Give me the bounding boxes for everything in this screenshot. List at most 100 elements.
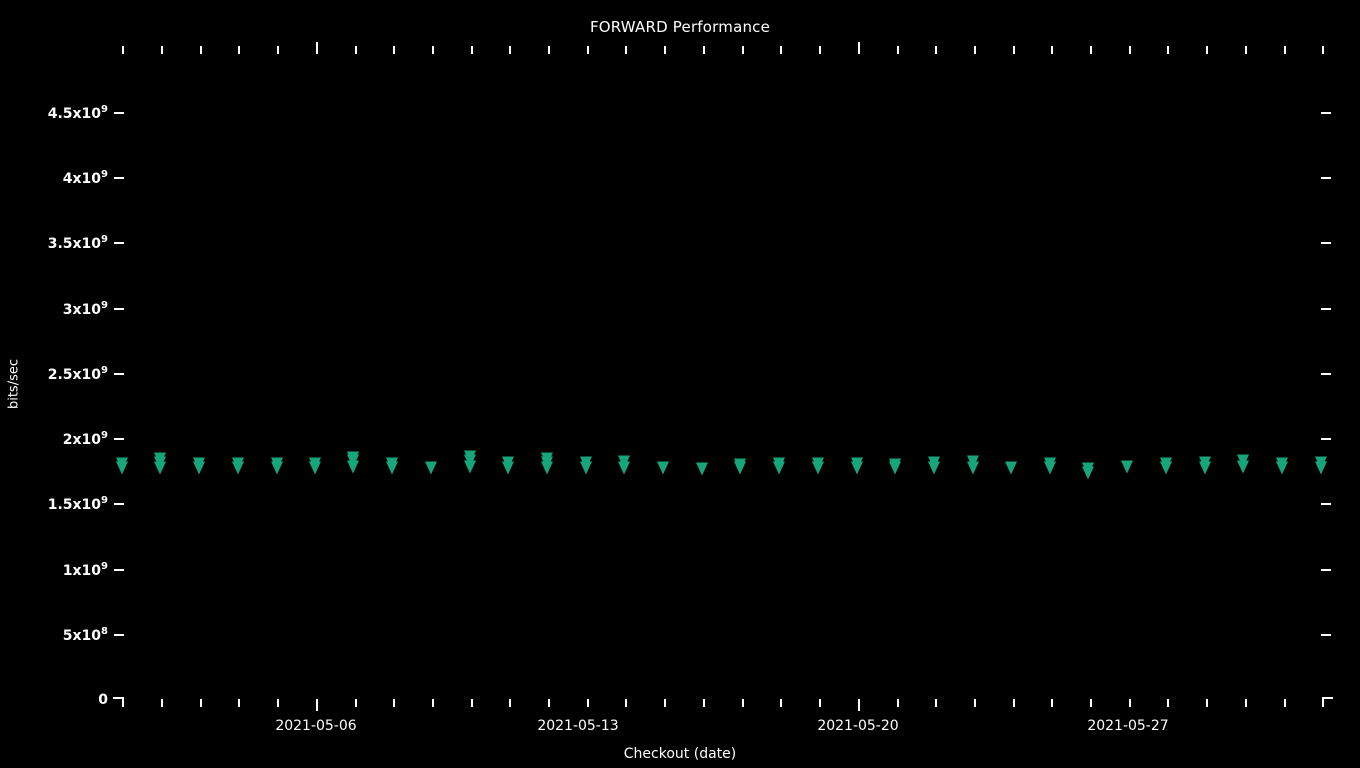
x-axis-minor-tick-mark: [1206, 46, 1208, 54]
x-axis-minor-tick-mark: [548, 46, 550, 54]
x-axis-minor-tick-mark: [1090, 699, 1092, 707]
x-axis-minor-tick-mark: [122, 46, 124, 54]
y-axis-tick-label: 1x109: [62, 560, 108, 579]
y-axis-tick-label: 3.5x109: [47, 234, 108, 253]
y-axis-tick-label: 2.5x109: [47, 365, 108, 383]
x-axis-title: Checkout (date): [623, 746, 737, 762]
data-point-marker: [464, 450, 476, 464]
data-point-marker: [347, 451, 359, 465]
x-axis-minor-tick-mark: [935, 46, 937, 54]
data-point-marker: [773, 457, 785, 471]
chart-canvas: FORWARD Performance bits/sec Checkout (d…: [0, 0, 1360, 768]
y-axis-tick-label: 4x109: [62, 169, 108, 188]
x-axis-minor-tick-mark: [238, 699, 240, 707]
x-axis-minor-tick-mark: [200, 46, 202, 54]
data-point-marker: [271, 457, 283, 471]
x-axis-minor-tick-mark: [625, 699, 627, 707]
data-point-marker: [928, 456, 940, 470]
data-point-marker: [657, 461, 669, 475]
y-axis-title: bits/sec: [6, 358, 22, 410]
data-point-marker: [1237, 454, 1249, 468]
x-axis-minor-tick-mark: [1322, 46, 1324, 54]
x-axis-minor-tick-mark: [393, 46, 395, 54]
chart-title: FORWARD Performance: [589, 18, 771, 36]
x-axis-minor-tick-mark: [355, 46, 357, 54]
x-axis-minor-tick-mark: [1090, 46, 1092, 54]
x-axis-major-tick-mark: [858, 699, 860, 711]
data-point-marker: [1199, 456, 1211, 470]
x-axis-minor-tick-mark: [1167, 699, 1169, 707]
x-axis-minor-tick-mark: [277, 699, 279, 707]
data-point-marker: [696, 462, 708, 476]
data-point-marker: [967, 455, 979, 469]
x-axis-minor-tick-mark: [355, 699, 357, 707]
x-axis-minor-tick-mark: [161, 699, 163, 707]
data-point-marker: [116, 457, 128, 471]
x-axis-minor-tick-mark: [1284, 46, 1286, 54]
x-axis-minor-tick-mark: [587, 46, 589, 54]
data-point-marker: [425, 461, 437, 475]
x-axis-minor-tick-mark: [819, 46, 821, 54]
data-point-marker: [1276, 457, 1288, 471]
x-axis-tick-label: 2021-05-27: [1087, 718, 1169, 734]
data-point-marker: [618, 455, 630, 469]
x-axis-minor-tick-mark: [1245, 46, 1247, 54]
x-axis-minor-tick-mark: [432, 46, 434, 54]
x-axis-minor-tick-mark: [819, 699, 821, 707]
x-axis-minor-tick-mark: [471, 46, 473, 54]
data-point-marker: [386, 457, 398, 471]
x-axis-minor-tick-mark: [897, 699, 899, 707]
data-point-marker: [193, 457, 205, 471]
x-axis-tick-label: 2021-05-20: [817, 718, 899, 734]
x-axis-major-tick-mark: [316, 42, 318, 54]
x-axis-minor-tick-mark: [974, 699, 976, 707]
x-axis-minor-tick-mark: [1284, 699, 1286, 707]
x-axis-minor-tick-mark: [1129, 699, 1131, 707]
data-point-marker: [734, 458, 746, 472]
x-axis-minor-tick-mark: [471, 699, 473, 707]
x-axis-minor-tick-mark: [625, 46, 627, 54]
plot-area: [116, 54, 1327, 700]
y-axis-tick-label: 4.5x109: [47, 104, 108, 122]
x-axis-minor-tick-mark: [1245, 699, 1247, 707]
x-axis-minor-tick-mark: [780, 46, 782, 54]
x-axis-minor-tick-mark: [277, 46, 279, 54]
x-axis-minor-tick-mark: [974, 46, 976, 54]
x-axis-minor-tick-mark: [897, 46, 899, 54]
x-axis-minor-tick-mark: [548, 699, 550, 707]
data-point-marker: [812, 457, 824, 471]
x-axis-minor-tick-mark: [509, 46, 511, 54]
y-axis-tick-label: 2x109: [62, 430, 108, 448]
data-point-marker: [1315, 456, 1327, 470]
y-axis-tick-label: 5x108: [62, 625, 108, 644]
data-point-marker: [1005, 461, 1017, 475]
x-axis-tick-label: 2021-05-13: [537, 718, 619, 734]
x-axis-minor-tick-mark: [1051, 699, 1053, 707]
data-point-marker: [889, 458, 901, 472]
x-axis-minor-tick-mark: [703, 46, 705, 54]
data-point-marker: [541, 452, 553, 466]
x-axis-minor-tick-mark: [935, 699, 937, 707]
x-axis-minor-tick-mark: [432, 699, 434, 707]
data-point-marker: [851, 457, 863, 471]
x-axis-minor-tick-mark: [200, 699, 202, 707]
x-axis-minor-tick-mark: [393, 699, 395, 707]
x-axis-minor-tick-mark: [587, 699, 589, 707]
x-axis-tick-label: 2021-05-06: [275, 718, 357, 734]
data-point-marker: [232, 457, 244, 471]
data-point-marker: [1121, 460, 1133, 473]
x-axis-minor-tick-mark: [1206, 699, 1208, 707]
data-point-marker: [309, 457, 321, 471]
x-axis-minor-tick-mark: [664, 699, 666, 707]
data-point-marker: [502, 456, 514, 470]
data-point-marker: [1044, 457, 1056, 471]
data-point-marker: [1160, 457, 1172, 471]
x-axis-minor-tick-mark: [1167, 46, 1169, 54]
x-axis-minor-tick-mark: [509, 699, 511, 707]
x-axis-major-tick-mark: [858, 42, 860, 54]
x-axis-minor-tick-mark: [703, 699, 705, 707]
x-axis-minor-tick-mark: [1051, 46, 1053, 54]
data-point-marker: [580, 456, 592, 470]
y-axis-tick-label: 0: [98, 692, 108, 708]
x-axis-major-tick-mark: [316, 699, 318, 711]
